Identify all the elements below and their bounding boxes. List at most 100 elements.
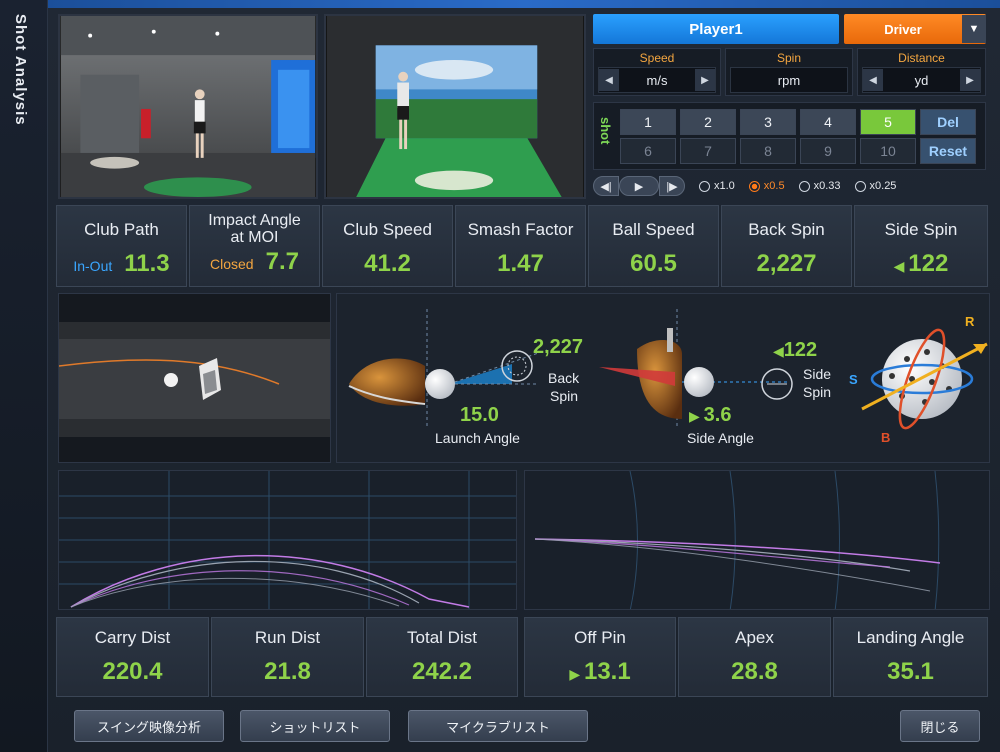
spin-unit-value: rpm — [777, 72, 801, 88]
metric-value: 220.4 — [102, 658, 163, 685]
club-impact-camera — [58, 293, 331, 463]
top-strip — [48, 0, 1000, 8]
metric-title: Apex — [735, 628, 774, 647]
left-arrow-icon: ◀ — [893, 258, 909, 274]
my-club-list-button[interactable]: マイクラブリスト — [408, 710, 588, 742]
metric-title: Run Dist — [254, 628, 321, 647]
trajectory-side-graph — [59, 471, 516, 609]
left-arrow-icon: ◀ — [773, 343, 784, 359]
unit-spin-label: Spin — [776, 51, 802, 65]
club-select[interactable]: Driver ▼ — [844, 14, 986, 44]
metric-value: 13.1 — [583, 658, 631, 685]
axis-s-label: S — [849, 372, 858, 387]
shot-button-10[interactable]: 10 — [860, 138, 916, 164]
metric-title: Carry Dist — [94, 628, 171, 647]
metric-ball-speed: Ball Speed 60.5 — [588, 205, 719, 287]
speed-radio-label: x0.5 — [763, 180, 785, 192]
unit-distance: Distance ◀ yd ▶ — [857, 48, 986, 96]
speed-radio-3[interactable]: x0.33 — [798, 180, 841, 192]
sidebar: Shot Analysis — [0, 0, 48, 752]
metric-impact-angle: Impact Angle at MOI Closed 7.7 — [189, 205, 320, 287]
trajectory-top-view — [524, 470, 990, 610]
delete-shot-button[interactable]: Del — [920, 109, 976, 135]
metric-value: 21.8 — [264, 658, 311, 685]
unit-distance-label: Distance — [898, 51, 945, 65]
play-icon[interactable]: ▶ — [619, 176, 659, 196]
speed-radio-4[interactable]: x0.25 — [854, 180, 897, 192]
metric-title: Club Speed — [343, 220, 432, 239]
speed-radio-2[interactable]: x0.5 — [748, 180, 785, 192]
metric-value: 35.1 — [887, 658, 934, 685]
metric-title: Impact Angle — [208, 212, 301, 229]
speed-radio-label: x0.33 — [813, 180, 841, 192]
radio-selected-icon — [748, 180, 760, 192]
impact-angle-direction: Closed — [210, 256, 254, 272]
metric-title: Total Dist — [407, 628, 477, 647]
launch-angle-label: Launch Angle — [435, 430, 520, 446]
shot-button-2[interactable]: 2 — [680, 109, 736, 135]
metric-run-dist: Run Dist 21.8 — [211, 617, 364, 697]
shot-label: shot — [598, 117, 613, 145]
distance-next-arrow-icon[interactable]: ▶ — [960, 69, 980, 91]
playback-controls: ◀| ▶ |▶ x1.0 x0.5 x0.33 x0.25 — [593, 175, 986, 197]
side-spin-value: 122 — [783, 339, 818, 361]
metric-title: Landing Angle — [856, 628, 965, 647]
swing-video-front-image — [60, 16, 316, 197]
shot-button-5[interactable]: 5 — [860, 109, 916, 135]
distance-prev-arrow-icon[interactable]: ◀ — [863, 69, 883, 91]
radio-icon — [798, 180, 810, 192]
main-panel: Player1 Driver ▼ Speed ◀ m/s ▶ Spin rpm … — [48, 0, 1000, 752]
speed-radio-1[interactable]: x1.0 — [699, 180, 735, 192]
shot-button-6[interactable]: 6 — [620, 138, 676, 164]
metric-club-speed: Club Speed 41.2 — [322, 205, 453, 287]
metric-back-spin: Back Spin 2,227 — [721, 205, 852, 287]
speed-next-arrow-icon[interactable]: ▶ — [695, 69, 715, 91]
swing-video-rear[interactable] — [324, 14, 586, 199]
swing-video-front[interactable] — [58, 14, 318, 199]
back-spin-label-1: Back — [548, 370, 580, 386]
club-path-direction: In-Out — [73, 258, 113, 274]
metric-value: 7.7 — [265, 248, 299, 275]
shot-list-button[interactable]: ショットリスト — [240, 710, 390, 742]
chevron-down-icon[interactable]: ▼ — [962, 15, 986, 43]
metric-carry-dist: Carry Dist 220.4 — [56, 617, 209, 697]
metric-value: 41.2 — [364, 250, 411, 277]
metric-landing-angle: Landing Angle 35.1 — [833, 617, 988, 697]
unit-spin: Spin rpm — [725, 48, 853, 96]
swing-video-analysis-button[interactable]: スイング映像分析 — [74, 710, 224, 742]
metric-subtitle: at MOI — [230, 229, 279, 246]
metric-value: 1.47 — [497, 250, 544, 277]
unit-speed: Speed ◀ m/s ▶ — [593, 48, 721, 96]
metric-value: 2,227 — [756, 250, 817, 277]
metric-value: 11.3 — [124, 250, 170, 277]
side-spin-label-1: Side — [803, 366, 832, 382]
metric-title: Side Spin — [884, 220, 958, 239]
metric-off-pin: Off Pin ▶ 13.1 — [524, 617, 676, 697]
shot-button-8[interactable]: 8 — [740, 138, 796, 164]
step-forward-icon[interactable]: |▶ — [659, 176, 685, 196]
shot-selector: shot 1 2 3 4 5 Del 6 7 8 9 10 Reset — [593, 102, 986, 170]
side-angle-value: 3.6 — [703, 404, 732, 426]
radio-icon — [854, 180, 866, 192]
sidebar-title: Shot Analysis — [12, 14, 29, 126]
player-button[interactable]: Player1 — [593, 14, 839, 44]
shot-button-9[interactable]: 9 — [800, 138, 856, 164]
speed-radio-label: x0.25 — [869, 180, 897, 192]
distance-unit-value: yd — [914, 72, 929, 88]
axis-b-label: B — [881, 430, 891, 445]
shot-button-3[interactable]: 3 — [740, 109, 796, 135]
speed-prev-arrow-icon[interactable]: ◀ — [599, 69, 619, 91]
metric-title: Club Path — [84, 220, 159, 239]
metric-value: 122 — [908, 250, 949, 277]
metric-title: Off Pin — [574, 628, 626, 647]
side-spin-value-group: ◀122 — [773, 339, 817, 362]
speed-radio-label: x1.0 — [714, 180, 735, 192]
shot-button-1[interactable]: 1 — [620, 109, 676, 135]
step-back-icon[interactable]: ◀| — [593, 176, 619, 196]
reset-shots-button[interactable]: Reset — [920, 138, 976, 164]
close-button[interactable]: 閉じる — [900, 710, 980, 742]
trajectory-side-view — [58, 470, 517, 610]
launch-angle-value: 15.0 — [460, 404, 499, 426]
shot-button-4[interactable]: 4 — [800, 109, 856, 135]
shot-button-7[interactable]: 7 — [680, 138, 736, 164]
